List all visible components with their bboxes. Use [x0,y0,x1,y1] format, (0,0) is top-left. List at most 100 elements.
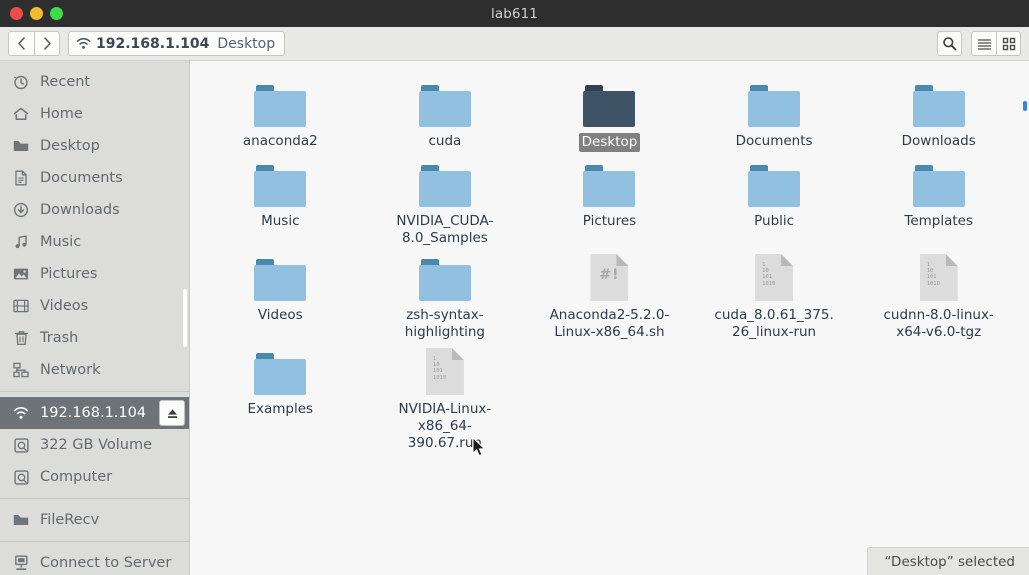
file-item[interactable]: zsh-syntax-highlighting [363,247,528,341]
sidebar-item-322-gb-volume[interactable]: 322 GB Volume [0,429,189,461]
view-mode-buttons [971,31,1021,56]
picture-icon [12,265,30,283]
file-item[interactable]: 1 10 101 1010 cuda_8.0.61_375.26_linux-run [692,247,857,341]
list-view-button[interactable] [971,31,996,56]
minimize-button[interactable] [30,7,43,20]
sidebar-label: Computer [40,469,113,485]
status-bar: “Desktop” selected [867,547,1029,575]
sidebar-label: 192.168.1.104 [40,405,147,421]
binary-glyph: 1 10 101 1010 [926,262,940,287]
sidebar-item-music[interactable]: Music [0,226,189,258]
eject-button[interactable] [159,400,185,426]
file-grid: anaconda2 cuda Desktop Documents Downloa… [190,61,1029,452]
wifi-icon [76,37,91,49]
breadcrumb-item-folder[interactable]: Desktop [213,36,275,52]
folder-icon [912,159,965,207]
sidebar-label: 322 GB Volume [40,437,153,453]
file-grid-empty-cell [527,341,692,452]
file-label: Desktop [578,133,641,152]
file-item[interactable]: 1 10 101 1010 cudnn-8.0-linux-x64-v6.0-tgz [856,247,1021,341]
content-scrollbar-thumb[interactable] [1023,101,1027,111]
file-label: NVIDIA-Linux-x86_64-390.67.run [398,401,492,451]
sidebar-label: Music [40,234,82,250]
file-item[interactable]: 1 10 101 1010 NVIDIA-Linux-x86_64-390.67.ru… [363,341,528,452]
file-grid-empty-cell [692,341,857,452]
home-icon [12,105,30,123]
file-label: cudnn-8.0-linux-x64-v6.0-tgz [883,307,994,340]
file-item[interactable]: Music [198,153,363,247]
folder-icon [12,511,30,529]
sidebar-item-pictures[interactable]: Pictures [0,258,189,290]
breadcrumb-item-host[interactable]: 192.168.1.104 [76,36,209,52]
network-icon [12,361,30,379]
folder-icon [254,79,307,127]
file-grid-area[interactable]: anaconda2 cuda Desktop Documents Downloa… [190,61,1029,575]
folder-icon [583,159,636,207]
folder-icon [748,79,801,127]
file-item[interactable]: Examples [198,341,363,452]
file-item[interactable]: Public [692,153,857,247]
sidebar-item-connect-to-server[interactable]: Connect to Server [0,547,189,575]
sidebar-item-trash[interactable]: Trash [0,322,189,354]
folder-icon [418,79,471,127]
file-item[interactable]: cuda [363,73,528,153]
sidebar-item-videos[interactable]: Videos [0,290,189,322]
sidebar-item-documents[interactable]: Documents [0,162,189,194]
file-item-selected[interactable]: Desktop [527,73,692,153]
sidebar-label: Downloads [40,202,120,218]
maximize-button[interactable] [50,7,63,20]
document-icon [12,169,30,187]
file-item[interactable]: Downloads [856,73,1021,153]
sidebar-label: Home [40,106,83,122]
file-label: Templates [904,213,974,229]
breadcrumb-label-folder: Desktop [217,35,276,52]
search-button[interactable] [937,31,962,56]
sidebar-item-downloads[interactable]: Downloads [0,194,189,226]
grid-view-button[interactable] [996,31,1021,56]
sidebar-item-computer[interactable]: Computer [0,461,189,493]
file-label: Pictures [582,213,637,229]
file-grid-empty-cell [856,341,1021,452]
mouse-cursor [472,437,486,457]
chevron-right-icon [43,37,51,50]
clock-icon [12,73,30,91]
title-bar: lab611 [0,0,1029,27]
sidebar-label: Trash [40,330,79,346]
sidebar-item-recent[interactable]: Recent [0,66,189,98]
file-label: cuda [428,133,462,149]
sidebar-divider [0,391,189,392]
sidebar-item-home[interactable]: Home [0,98,189,130]
file-label: Downloads [901,133,976,149]
file-item[interactable]: #! Anaconda2-5.2.0-Linux-x86_64.sh [527,247,692,341]
script-file-icon: #! [590,253,629,301]
toolbar: 192.168.1.104 Desktop [0,27,1029,61]
file-item[interactable]: Templates [856,153,1021,247]
file-item[interactable]: anaconda2 [198,73,363,153]
chevron-left-icon [18,37,25,50]
sidebar-item-filerecv[interactable]: FileRecv [0,504,189,536]
sidebar-item-192-168-1-104[interactable]: 192.168.1.104 [0,397,189,429]
sidebar: Recent Home Desktop Documents Downloads … [0,61,190,575]
sidebar-item-desktop[interactable]: Desktop [0,130,189,162]
forward-button[interactable] [34,31,60,56]
file-label: Music [261,213,300,229]
trash-icon [12,329,30,347]
sidebar-scrollbar[interactable] [183,289,187,347]
file-item[interactable]: Videos [198,247,363,341]
breadcrumb: 192.168.1.104 Desktop [68,31,286,56]
file-label: Examples [247,401,314,417]
file-item[interactable]: Documents [692,73,857,153]
file-item[interactable]: Pictures [527,153,692,247]
file-label: Public [754,213,795,229]
file-label: cuda_8.0.61_375.26_linux-run [714,307,834,340]
sidebar-item-network[interactable]: Network [0,354,189,386]
eject-icon [167,408,177,418]
toolbar-right [937,31,1021,56]
content-scrollbar[interactable] [1022,61,1028,575]
file-item[interactable]: NVIDIA_CUDA-8.0_Samples [363,153,528,247]
binary-file-icon: 1 10 101 1010 [919,253,958,301]
list-icon [977,38,991,50]
back-button[interactable] [8,31,34,56]
close-button[interactable] [10,7,23,20]
window-controls [0,7,63,20]
